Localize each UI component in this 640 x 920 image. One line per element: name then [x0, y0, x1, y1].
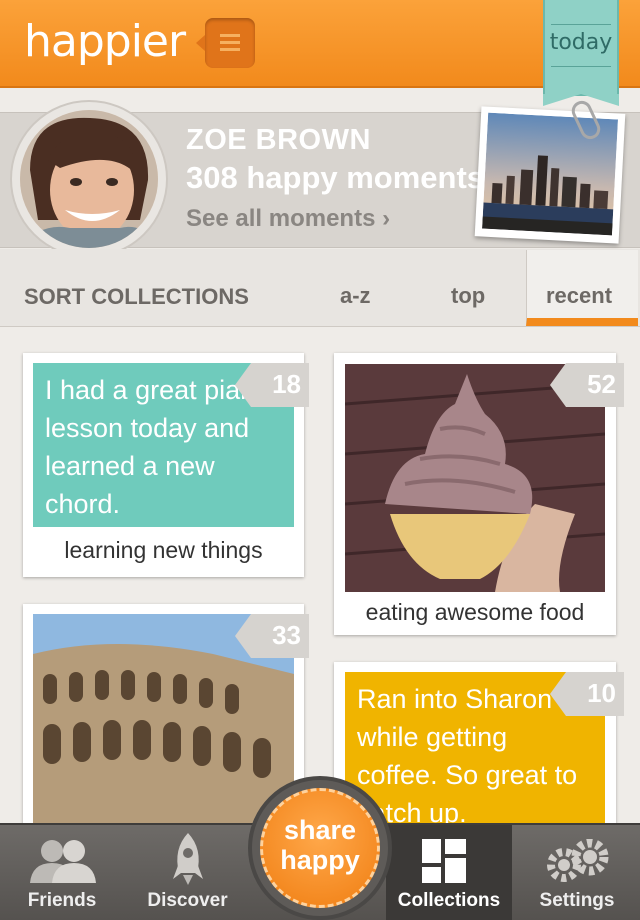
grid-icon [422, 839, 466, 883]
menu-icon-bar [220, 48, 240, 51]
tab-discover[interactable]: Discover [125, 825, 250, 920]
ribbon-line [551, 24, 611, 25]
collection-count-badge: 52 [550, 363, 624, 407]
sort-title: SORT COLLECTIONS [24, 284, 249, 309]
collection-card[interactable]: 33 [23, 604, 309, 834]
collection-caption: eating awesome food [365, 599, 585, 625]
avatar-image [20, 110, 158, 248]
collection-card[interactable]: eating awesome food 52 [334, 353, 624, 635]
collection-card[interactable]: I had a great piano lesson today and lea… [23, 353, 309, 577]
avatar[interactable] [20, 110, 158, 248]
gears-icon [547, 839, 609, 882]
friends-icon [30, 840, 96, 883]
menu-icon-bar [220, 41, 240, 44]
tab-friends[interactable]: Friends [0, 825, 124, 920]
menu-button[interactable] [196, 18, 255, 68]
profile-name: ZOE BROWN [186, 124, 371, 156]
sort-option-recent[interactable]: recent [546, 283, 612, 309]
sort-option-top[interactable]: top [451, 283, 485, 309]
collection-count-badge: 33 [235, 614, 309, 658]
today-label: today [549, 30, 613, 55]
share-line-2: happy [280, 845, 360, 875]
moments-count: 308 happy moments [186, 160, 485, 195]
featured-photo[interactable] [474, 106, 626, 244]
tab-label: Discover [147, 890, 228, 911]
ribbon-line [551, 66, 611, 67]
tab-label: Settings [539, 890, 615, 911]
today-button[interactable]: today [543, 0, 619, 106]
menu-icon-bar [220, 34, 240, 37]
tab-label: Collections [397, 890, 501, 911]
tab-label: Friends [27, 890, 97, 911]
collection-caption: learning new things [64, 537, 263, 563]
see-all-moments-link[interactable]: See all moments › [186, 205, 390, 233]
tab-settings[interactable]: Settings [514, 825, 640, 920]
collection-count-badge: 18 [235, 363, 309, 407]
share-happy-button[interactable]: share happy [260, 788, 380, 908]
rocket-icon [173, 833, 203, 885]
share-line-1: share [283, 815, 357, 845]
collection-count-badge: 10 [550, 672, 624, 716]
sort-option-a-z[interactable]: a-z [340, 283, 371, 309]
app-logo: happier [24, 16, 186, 67]
tab-collections[interactable]: Collections [386, 825, 512, 920]
